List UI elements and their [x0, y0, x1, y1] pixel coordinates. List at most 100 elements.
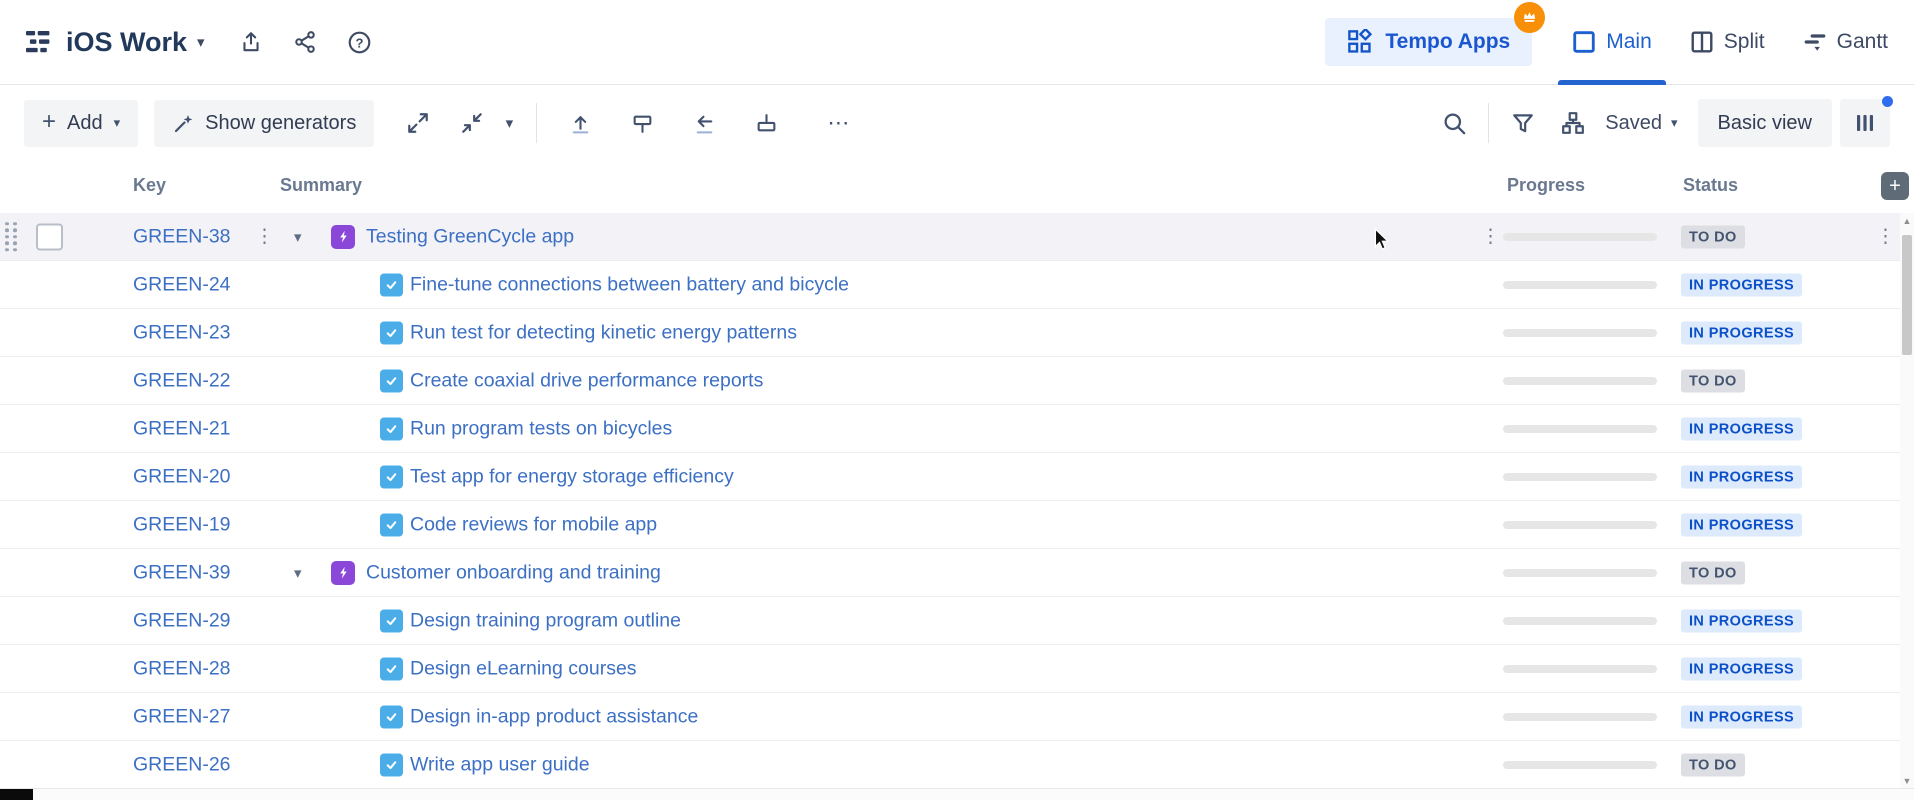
issue-summary[interactable]: Design eLearning courses	[410, 657, 637, 680]
issue-key[interactable]: GREEN-28	[133, 657, 231, 680]
issue-summary[interactable]: Run program tests on bicycles	[410, 417, 672, 440]
status-badge[interactable]: IN PROGRESS	[1681, 657, 1802, 680]
status-badge[interactable]: IN PROGRESS	[1681, 513, 1802, 536]
placard-stem-up-icon[interactable]	[744, 101, 788, 145]
issue-key[interactable]: GREEN-19	[133, 513, 231, 536]
issue-row[interactable]: GREEN-20 Test app for energy storage eff…	[0, 453, 1914, 501]
crown-badge-icon	[1514, 2, 1545, 33]
issue-key[interactable]: GREEN-26	[133, 753, 231, 776]
search-icon[interactable]	[1432, 101, 1476, 145]
add-column-button[interactable]: +	[1881, 172, 1909, 200]
collapse-all-icon[interactable]	[450, 101, 494, 145]
issue-summary[interactable]: Write app user guide	[410, 753, 590, 776]
basic-view-button[interactable]: Basic view	[1698, 99, 1832, 147]
arrow-left-from-line-icon[interactable]	[682, 101, 726, 145]
columns-button[interactable]	[1840, 99, 1890, 147]
issue-row[interactable]: GREEN-28 Design eLearning courses IN PRO…	[0, 645, 1914, 693]
issue-key[interactable]: GREEN-24	[133, 273, 231, 296]
row-menu-right[interactable]: ⋮	[1876, 227, 1895, 246]
status-badge[interactable]: TO DO	[1681, 225, 1745, 248]
task-icon	[380, 753, 403, 776]
issue-key[interactable]: GREEN-20	[133, 465, 231, 488]
add-chevron-down-icon: ▾	[114, 115, 121, 131]
issue-key[interactable]: GREEN-22	[133, 369, 231, 392]
arrow-up-from-line-icon[interactable]	[558, 101, 602, 145]
issue-summary[interactable]: Testing GreenCycle app	[366, 225, 574, 248]
issue-summary[interactable]: Test app for energy storage efficiency	[410, 465, 734, 488]
status-badge[interactable]: IN PROGRESS	[1681, 705, 1802, 728]
issue-summary[interactable]: Code reviews for mobile app	[410, 513, 657, 536]
status-badge[interactable]: IN PROGRESS	[1681, 273, 1802, 296]
issue-summary[interactable]: Design in-app product assistance	[410, 705, 698, 728]
row-menu-left[interactable]: ⋮	[255, 227, 274, 246]
issue-row[interactable]: GREEN-23 Run test for detecting kinetic …	[0, 309, 1914, 357]
issue-summary[interactable]: Create coaxial drive performance reports	[410, 369, 763, 392]
column-header-key[interactable]: Key	[133, 175, 166, 196]
tab-gantt[interactable]: Gantt	[1803, 0, 1888, 85]
issue-row[interactable]: GREEN-38 ⋮ ▾ Testing GreenCycle app ⋮ TO…	[0, 213, 1914, 261]
filter-funnel-icon[interactable]	[1501, 101, 1545, 145]
epic-disclosure[interactable]: ▾	[294, 564, 302, 582]
expand-chevron-down-icon[interactable]: ▾	[494, 101, 524, 145]
issue-summary[interactable]: Design training program outline	[410, 609, 681, 632]
status-badge[interactable]: IN PROGRESS	[1681, 417, 1802, 440]
issue-key[interactable]: GREEN-23	[133, 321, 231, 344]
issue-row[interactable]: GREEN-27 Design in-app product assistanc…	[0, 693, 1914, 741]
add-button[interactable]: + Add ▾	[24, 100, 138, 147]
placard-stem-down-icon[interactable]	[620, 101, 664, 145]
status-badge[interactable]: IN PROGRESS	[1681, 609, 1802, 632]
scroll-up-icon[interactable]: ▲	[1900, 213, 1914, 229]
structure-chevron-down-icon[interactable]: ▾	[197, 33, 205, 51]
issue-row[interactable]: GREEN-24 Fine-tune connections between b…	[0, 261, 1914, 309]
group-structure-icon[interactable]	[1551, 101, 1595, 145]
show-generators-button[interactable]: Show generators	[154, 100, 374, 147]
progress-bar	[1503, 761, 1657, 769]
tab-split[interactable]: Split	[1690, 0, 1765, 85]
issue-key[interactable]: GREEN-21	[133, 417, 231, 440]
row-menu-mid[interactable]: ⋮	[1481, 227, 1500, 246]
status-badge[interactable]: TO DO	[1681, 369, 1745, 392]
expand-all-icon[interactable]	[396, 101, 440, 145]
export-icon[interactable]	[239, 30, 263, 54]
task-icon	[380, 609, 403, 632]
toolbar-divider	[536, 103, 537, 143]
tab-main[interactable]: Main	[1572, 0, 1652, 85]
saved-dropdown[interactable]: Saved ▾	[1605, 112, 1677, 135]
issue-summary[interactable]: Customer onboarding and training	[366, 561, 661, 584]
status-badge[interactable]: TO DO	[1681, 561, 1745, 584]
issue-key[interactable]: GREEN-27	[133, 705, 231, 728]
saved-chevron-down-icon: ▾	[1671, 115, 1678, 131]
vertical-scrollbar-thumb[interactable]	[1902, 235, 1912, 355]
issue-row[interactable]: GREEN-19 Code reviews for mobile app IN …	[0, 501, 1914, 549]
scroll-down-icon[interactable]: ▼	[1900, 773, 1914, 789]
issue-row[interactable]: GREEN-22 Create coaxial drive performanc…	[0, 357, 1914, 405]
issue-summary[interactable]: Fine-tune connections between battery an…	[410, 273, 849, 296]
status-badge[interactable]: IN PROGRESS	[1681, 321, 1802, 344]
row-checkbox[interactable]	[36, 223, 63, 250]
row-drag-handle[interactable]	[5, 222, 17, 252]
status-badge[interactable]: IN PROGRESS	[1681, 465, 1802, 488]
progress-bar	[1503, 569, 1657, 577]
issue-row[interactable]: GREEN-21 Run program tests on bicycles I…	[0, 405, 1914, 453]
column-header-progress[interactable]: Progress	[1507, 175, 1585, 196]
status-badge[interactable]: TO DO	[1681, 753, 1745, 776]
issue-key[interactable]: GREEN-29	[133, 609, 231, 632]
epic-disclosure[interactable]: ▾	[294, 228, 302, 246]
issue-key[interactable]: GREEN-39	[133, 561, 231, 584]
structure-board: iOS Work ▾ ?	[0, 0, 1914, 800]
help-icon[interactable]: ?	[347, 30, 372, 55]
column-header-status[interactable]: Status	[1683, 175, 1738, 196]
issue-row[interactable]: GREEN-39 ▾ Customer onboarding and train…	[0, 549, 1914, 597]
issue-key[interactable]: GREEN-38	[133, 225, 231, 248]
issue-row[interactable]: GREEN-29 Design training program outline…	[0, 597, 1914, 645]
progress-bar	[1503, 473, 1657, 481]
issue-summary[interactable]: Run test for detecting kinetic energy pa…	[410, 321, 797, 344]
more-menu-icon[interactable]: ⋯	[817, 101, 861, 145]
vertical-scrollbar[interactable]: ▲ ▼	[1900, 213, 1914, 789]
issue-row[interactable]: GREEN-26 Write app user guide TO DO	[0, 741, 1914, 789]
column-header-summary[interactable]: Summary	[280, 175, 362, 196]
horizontal-scrollbar[interactable]	[0, 788, 1914, 800]
share-icon[interactable]	[293, 30, 317, 54]
tempo-apps-button[interactable]: Tempo Apps	[1325, 18, 1532, 66]
progress-bar	[1503, 281, 1657, 289]
